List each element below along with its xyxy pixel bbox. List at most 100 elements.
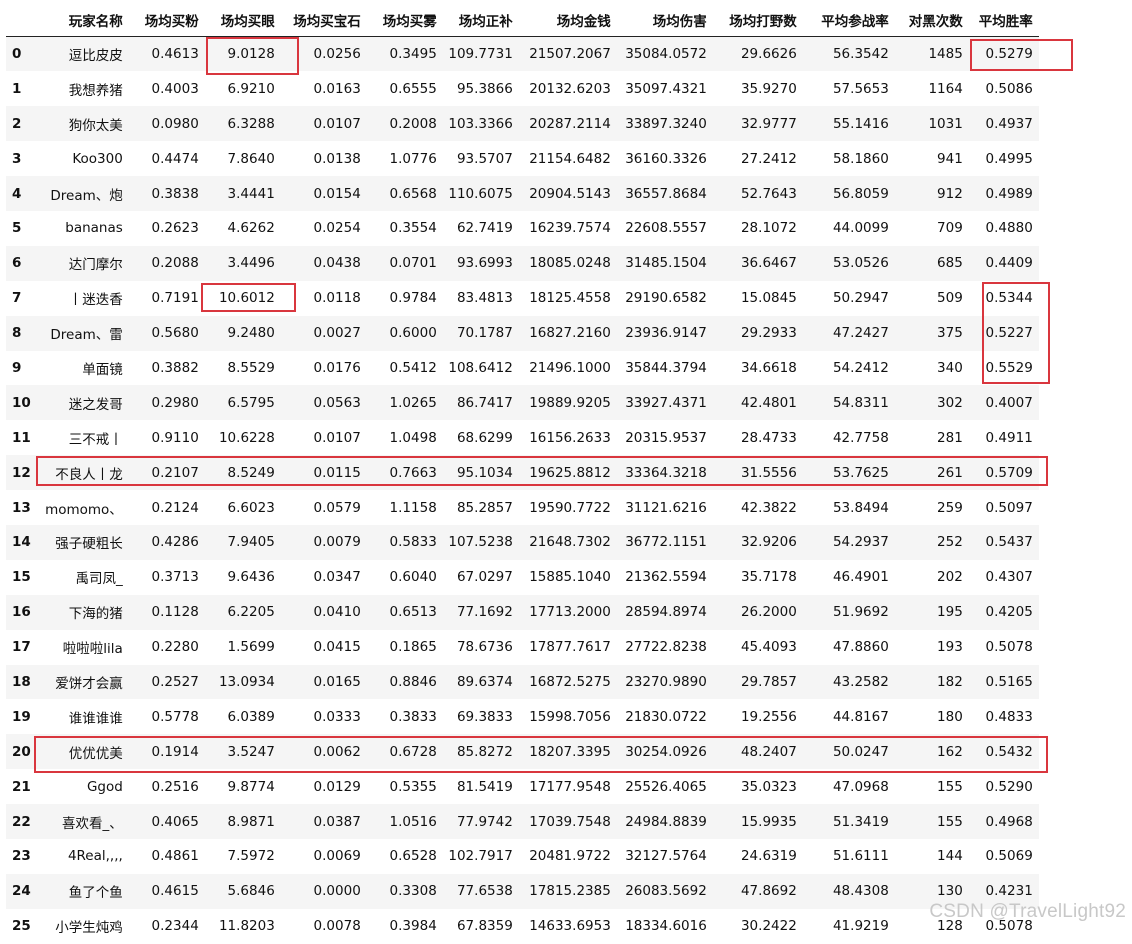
stat-cell: 16239.7574 <box>529 220 611 237</box>
stat-cell: 0.4307 <box>985 569 1033 586</box>
stat-cell: 35097.4321 <box>625 80 707 97</box>
stat-cell: 16827.2160 <box>529 325 611 342</box>
stat-cell: 102.7917 <box>448 848 513 865</box>
watermark-text: CSDN @TravelLight92 <box>929 901 1126 922</box>
stat-cell: 19590.7722 <box>529 499 611 516</box>
row-index: 15 <box>12 569 31 586</box>
column-header: 玩家名称 <box>36 4 129 37</box>
stat-cell: 10.6228 <box>218 429 275 446</box>
stat-cell: 85.2857 <box>456 499 513 516</box>
row-index: 1 <box>12 80 22 97</box>
stat-cell: 8.9871 <box>227 813 275 830</box>
stat-cell: 180 <box>937 708 963 725</box>
player-name-cell: 逗比皮皮 <box>68 48 123 65</box>
player-name-cell: 我想养猪 <box>68 82 123 99</box>
stat-cell: 6.6023 <box>227 499 275 516</box>
stat-cell: 103.3366 <box>448 115 513 132</box>
table-row: 11 三不戒丨 0.9110 10.6228 0.0107 1.0498 68.6299 16… <box>6 420 1039 455</box>
stat-cell: 0.0115 <box>313 464 361 481</box>
stat-cell: 44.0099 <box>832 220 889 237</box>
stat-cell: 53.8494 <box>832 499 889 516</box>
column-header: 场均买眼 <box>204 4 281 37</box>
stat-cell: 67.0297 <box>456 569 513 586</box>
row-index: 5 <box>12 220 22 237</box>
stat-cell: 0.4286 <box>151 534 199 551</box>
stat-cell: 58.1860 <box>832 150 889 167</box>
stat-cell: 43.2582 <box>832 673 889 690</box>
stat-cell: 0.2980 <box>151 394 199 411</box>
stat-cell: 93.5707 <box>456 150 513 167</box>
stat-cell: 77.6538 <box>456 883 513 900</box>
stat-cell: 259 <box>937 499 963 516</box>
stat-cell: 21830.0722 <box>625 708 707 725</box>
stat-cell: 0.0069 <box>313 848 361 865</box>
stat-cell: 0.0333 <box>313 708 361 725</box>
dataframe-container: 玩家名称 场均买粉 场均买眼 场均买宝石 场均买雾 场均正补 场均金钱 场均伤害… <box>6 4 1039 944</box>
stat-cell: 0.4474 <box>151 150 199 167</box>
stat-cell: 51.6111 <box>832 848 889 865</box>
stat-cell: 15.9935 <box>740 813 797 830</box>
table-row: 6 达门摩尔 0.2088 3.4496 0.0438 0.0701 93.6993 1808… <box>6 245 1039 281</box>
stat-cell: 7.5972 <box>227 848 275 865</box>
stat-cell: 35.9270 <box>740 80 797 97</box>
stat-cell: 32.9206 <box>740 534 797 551</box>
stat-cell: 18207.3395 <box>529 743 611 760</box>
player-name-cell: Koo300 <box>72 150 123 167</box>
stat-cell: 48.2407 <box>740 743 797 760</box>
stat-cell: 0.0563 <box>313 394 361 411</box>
stat-cell: 36772.1151 <box>625 534 707 551</box>
stat-cell: 18334.6016 <box>625 918 707 935</box>
stat-cell: 0.0129 <box>313 778 361 795</box>
stat-cell: 78.6736 <box>456 639 513 656</box>
stat-cell: 9.0128 <box>227 46 275 63</box>
stat-cell: 1.0498 <box>389 429 437 446</box>
player-name-cell: 鱼了个鱼 <box>68 885 123 902</box>
stat-cell: 0.5355 <box>389 778 437 795</box>
stat-cell: 77.9742 <box>456 813 513 830</box>
stat-cell: 17039.7548 <box>529 813 611 830</box>
table-row: 10 迷之发哥 0.2980 6.5795 0.0563 1.0265 86.7417 198… <box>6 385 1039 421</box>
stat-cell: 0.2280 <box>151 639 199 656</box>
stat-cell: 0.0387 <box>313 813 361 830</box>
stat-cell: 0.5227 <box>985 325 1033 342</box>
row-index: 13 <box>12 499 31 516</box>
stat-cell: 89.6374 <box>456 673 513 690</box>
stat-cell: 0.1865 <box>389 639 437 656</box>
stat-cell: 55.1416 <box>832 115 889 132</box>
stat-cell: 0.0415 <box>313 639 361 656</box>
stat-cell: 95.3866 <box>456 80 513 97</box>
stat-cell: 19889.9205 <box>529 394 611 411</box>
column-header: 场均打野数 <box>712 4 803 37</box>
stat-cell: 0.9110 <box>151 429 199 446</box>
stat-cell: 0.5778 <box>151 708 199 725</box>
table-row: 21 Ggod 0.2516 9.8774 0.0129 0.5355 81.5419 171… <box>6 769 1039 804</box>
stat-cell: 0.6040 <box>389 569 437 586</box>
stat-cell: 24984.8839 <box>625 813 707 830</box>
stat-cell: 54.2412 <box>832 359 889 376</box>
stat-cell: 0.0579 <box>313 499 361 516</box>
stat-cell: 20132.6203 <box>529 80 611 97</box>
stat-cell: 33897.3240 <box>625 115 707 132</box>
stat-cell: 6.0389 <box>227 708 275 725</box>
stat-cell: 5.6846 <box>227 883 275 900</box>
stat-cell: 0.3713 <box>151 569 199 586</box>
stat-cell: 33364.3218 <box>625 464 707 481</box>
stat-cell: 0.2008 <box>389 115 437 132</box>
row-index: 10 <box>12 394 31 411</box>
stat-cell: 27722.8238 <box>625 639 707 656</box>
stat-cell: 35.0323 <box>740 778 797 795</box>
stat-cell: 0.4880 <box>985 220 1033 237</box>
stat-cell: 17877.7617 <box>529 639 611 656</box>
stat-cell: 6.2205 <box>227 604 275 621</box>
stat-cell: 54.8311 <box>832 394 889 411</box>
stat-cell: 941 <box>937 150 963 167</box>
stat-cell: 0.4007 <box>985 394 1033 411</box>
stat-cell: 0.5069 <box>985 848 1033 865</box>
column-header: 平均胜率 <box>968 4 1039 37</box>
stat-cell: 709 <box>937 220 963 237</box>
stat-cell: 47.2427 <box>832 325 889 342</box>
table-row: 23 4Real,,,, 0.4861 7.5972 0.0069 0.6528 102.7… <box>6 839 1039 874</box>
stat-cell: 57.5653 <box>832 80 889 97</box>
player-name-cell: 爱饼才会赢 <box>55 675 123 692</box>
stat-cell: 0.4937 <box>985 115 1033 132</box>
